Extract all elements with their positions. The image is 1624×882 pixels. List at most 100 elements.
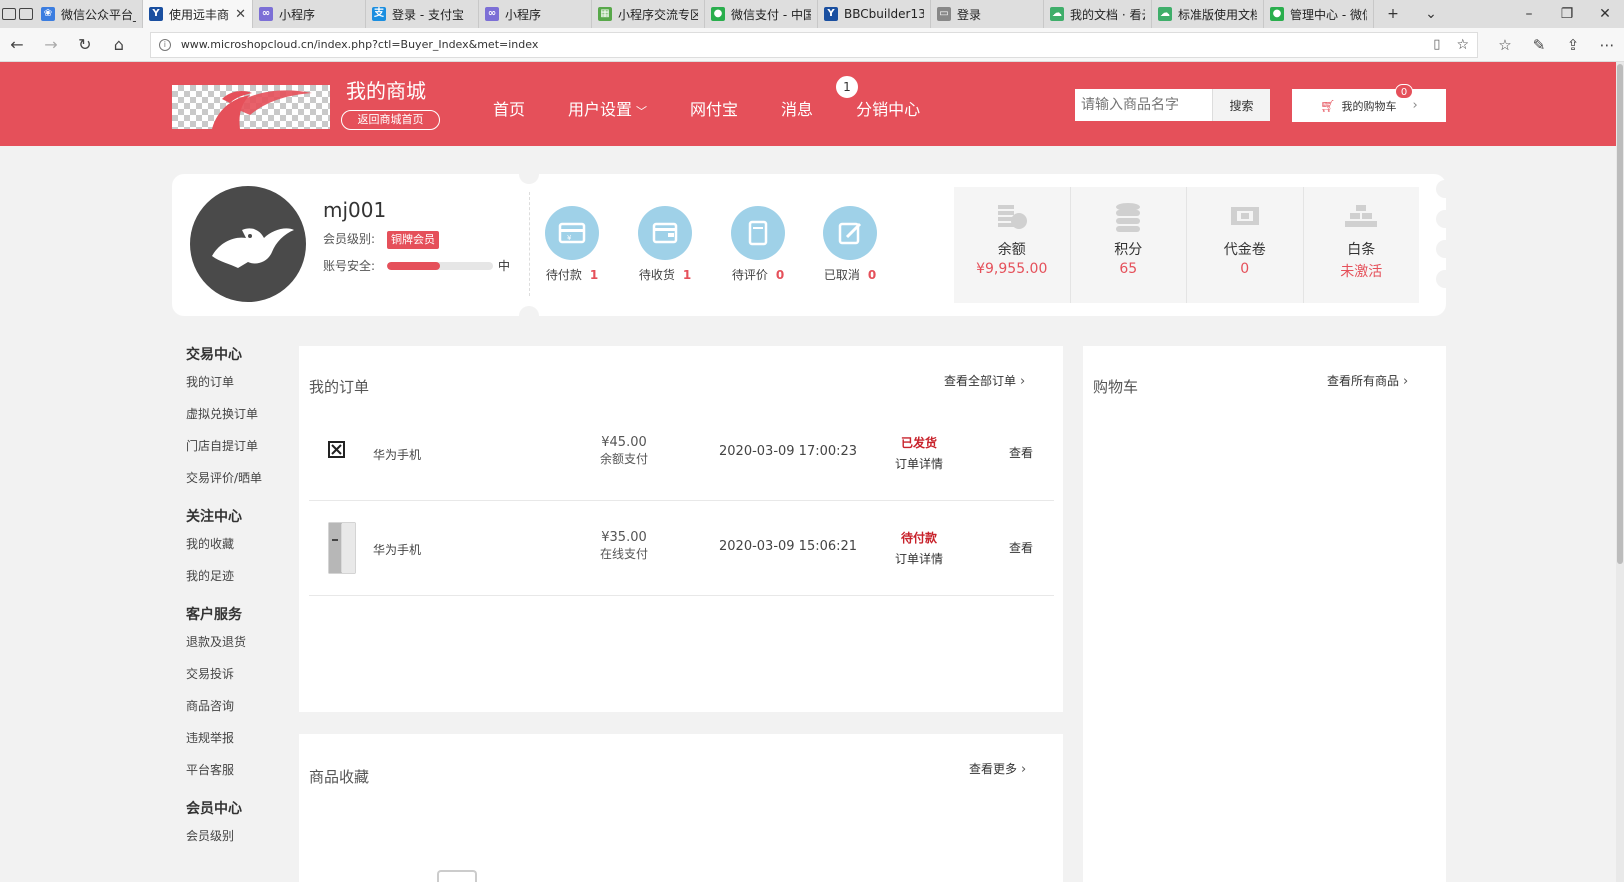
wallet-item[interactable]: 积分 65 <box>1071 187 1187 303</box>
order-status-item[interactable]: 待收货 1 <box>625 206 705 283</box>
order-status-item[interactable]: 待评价 0 <box>718 206 798 283</box>
wallet-item[interactable]: 白条 未激活 <box>1304 187 1420 303</box>
order-status-label-row: 待评价 0 <box>718 266 798 283</box>
menu-item[interactable]: 我的收藏 <box>186 534 262 566</box>
share-icon[interactable]: ⇪ <box>1556 36 1590 54</box>
new-tab-icon[interactable]: + <box>1374 6 1412 22</box>
browser-tab[interactable]: 支登录 - 支付宝 <box>366 0 479 28</box>
task-view-icon[interactable] <box>1 8 16 20</box>
favorites-list-icon[interactable]: ☆ <box>1488 36 1522 54</box>
tab-preview-icon[interactable] <box>19 8 34 20</box>
menu-item[interactable]: 平台客服 <box>186 760 262 792</box>
browser-tab[interactable]: ☁ 我的文档 · 看云 <box>1044 0 1152 28</box>
avatar[interactable] <box>190 186 306 302</box>
wallet-item[interactable]: 余额 ¥9,955.00 <box>954 187 1071 303</box>
pen-icon[interactable]: ✎ <box>1522 36 1556 54</box>
close-window-icon[interactable]: ✕ <box>1586 6 1624 22</box>
favorite-star-icon[interactable]: ☆ <box>1456 37 1469 53</box>
menu-item[interactable]: 商品咨询 <box>186 696 262 728</box>
view-more-favorites-link[interactable]: 查看更多 › <box>969 760 1026 777</box>
browser-tab[interactable]: ▭ 登录 <box>931 0 1044 28</box>
product-name[interactable]: 华为手机 <box>373 541 421 558</box>
menu-item[interactable]: 会员级别 <box>186 826 262 858</box>
address-bar-row: ← → ↻ ⌂ i www.microshopcloud.cn/index.ph… <box>0 28 1624 62</box>
menu-item[interactable]: 交易评价/晒单 <box>186 468 262 500</box>
page-scrollbar[interactable] <box>1616 62 1624 882</box>
my-cart-button[interactable]: 🛒︎ 我的购物车 › <box>1292 89 1446 122</box>
wallet-value: ¥9,955.00 <box>976 261 1048 277</box>
browser-tab[interactable]: ● 微信支付 - 中国 <box>705 0 818 28</box>
search-button[interactable]: 搜索 <box>1212 89 1270 121</box>
menu-item[interactable]: 我的足迹 <box>186 566 262 598</box>
menu-item[interactable]: 退款及退货 <box>186 632 262 664</box>
shop-logo[interactable] <box>172 85 330 129</box>
browser-tab-title: 使用远丰商 <box>169 7 230 22</box>
favorites-panel-title: 商品收藏 <box>309 768 370 786</box>
scrollbar-thumb[interactable] <box>1617 64 1623 564</box>
menu-item[interactable]: 违规举报 <box>186 728 262 760</box>
alipay-icon: 支 <box>372 7 386 21</box>
product-thumbnail[interactable] <box>315 426 359 480</box>
back-to-mall-button[interactable]: 返回商城首页 <box>341 110 440 130</box>
view-all-orders-link[interactable]: 查看全部订单 › <box>944 372 1025 389</box>
order-detail-link[interactable]: 订单详情 <box>889 549 949 570</box>
cloud-icon: ☁ <box>1050 7 1064 21</box>
home-icon[interactable]: ⌂ <box>102 35 136 54</box>
product-thumbnail[interactable] <box>315 521 359 575</box>
wallet-label: 代金卷 <box>1223 242 1266 258</box>
voucher-icon <box>1187 201 1303 235</box>
nav-wangfubao[interactable]: 网付宝 <box>690 96 738 120</box>
browser-tab[interactable]: ● 管理中心 - 微信 <box>1264 0 1374 28</box>
order-detail-link[interactable]: 订单详情 <box>889 454 949 475</box>
back-arrow-icon[interactable]: ← <box>0 35 34 54</box>
restore-icon[interactable]: ❐ <box>1548 6 1586 22</box>
menu-item[interactable]: 交易投诉 <box>186 664 262 696</box>
order-status-item[interactable]: ¥ 待付款 1 <box>532 206 612 283</box>
product-name[interactable]: 华为手机 <box>373 446 421 463</box>
url-field[interactable]: i www.microshopcloud.cn/index.php?ctl=Bu… <box>149 31 1478 58</box>
wallet-item[interactable]: 代金卷 0 <box>1187 187 1304 303</box>
browser-tab[interactable]: ❀ 微信公众平台_E <box>35 0 143 28</box>
info-icon[interactable]: i <box>158 38 171 51</box>
account-security-level: 中 <box>498 259 511 273</box>
forward-arrow-icon[interactable]: → <box>34 35 68 54</box>
refresh-icon[interactable]: ↻ <box>68 35 102 54</box>
nav-home[interactable]: 首页 <box>493 96 525 120</box>
browser-tab[interactable]: ▦ 小程序交流专区 <box>592 0 705 28</box>
reading-view-icon[interactable]: ▯ <box>1433 37 1440 52</box>
username: mj001 <box>323 198 387 222</box>
order-status-label: 已取消 <box>823 268 860 282</box>
menu-item[interactable]: 门店自提订单 <box>186 436 262 468</box>
chevron-right-icon: › <box>1403 374 1409 389</box>
order-status-item[interactable]: 已取消 0 <box>810 206 890 283</box>
browser-tab[interactable]: ∞ 小程序 <box>479 0 592 28</box>
tab-list-chevron-icon[interactable]: ⌄ <box>1412 6 1450 22</box>
view-all-products-link[interactable]: 查看所有商品 › <box>1327 372 1408 389</box>
browser-toolbar: ☆ ✎ ⇪ ⋯ <box>1488 36 1624 54</box>
link-icon: ∞ <box>485 7 499 21</box>
menu-group-title: 客户服务 <box>186 607 242 623</box>
card-divider <box>529 192 530 296</box>
more-icon[interactable]: ⋯ <box>1590 36 1624 54</box>
close-tab-icon[interactable]: ✕ <box>235 7 246 22</box>
browser-tab[interactable]: ☁ 标准版使用文档 <box>1152 0 1264 28</box>
menu-item[interactable]: 虚拟兑换订单 <box>186 404 262 436</box>
wallet-label: 积分 <box>1114 242 1143 258</box>
table-row: 华为手机 ¥35.00 在线支付 2020-03-09 15:06:21 待付款订… <box>309 501 1054 596</box>
menu-item[interactable]: 我的订单 <box>186 372 262 404</box>
browser-tab[interactable]: ∞ 小程序 <box>253 0 366 28</box>
view-order-link[interactable]: 查看 <box>1009 444 1033 461</box>
wallet-label: 余额 <box>997 242 1026 258</box>
nav-distribution[interactable]: 分销中心 <box>856 96 920 120</box>
database-icon <box>1071 201 1187 235</box>
nav-messages[interactable]: 消息 <box>781 96 813 120</box>
browser-tab[interactable]: Y BBCbuilder1331 <box>818 0 931 28</box>
order-amount: ¥45.00 <box>601 435 647 450</box>
nav-user-settings[interactable]: 用户设置 ﹀ <box>568 96 647 120</box>
search-input[interactable] <box>1075 89 1212 121</box>
browser-tab-title: 标准版使用文档 <box>1178 7 1257 22</box>
browser-tab[interactable]: Y 使用远丰商 ✕ <box>143 0 253 28</box>
y-logo-icon: Y <box>149 7 163 21</box>
view-order-link[interactable]: 查看 <box>1009 539 1033 556</box>
minimize-icon[interactable]: – <box>1510 6 1548 22</box>
